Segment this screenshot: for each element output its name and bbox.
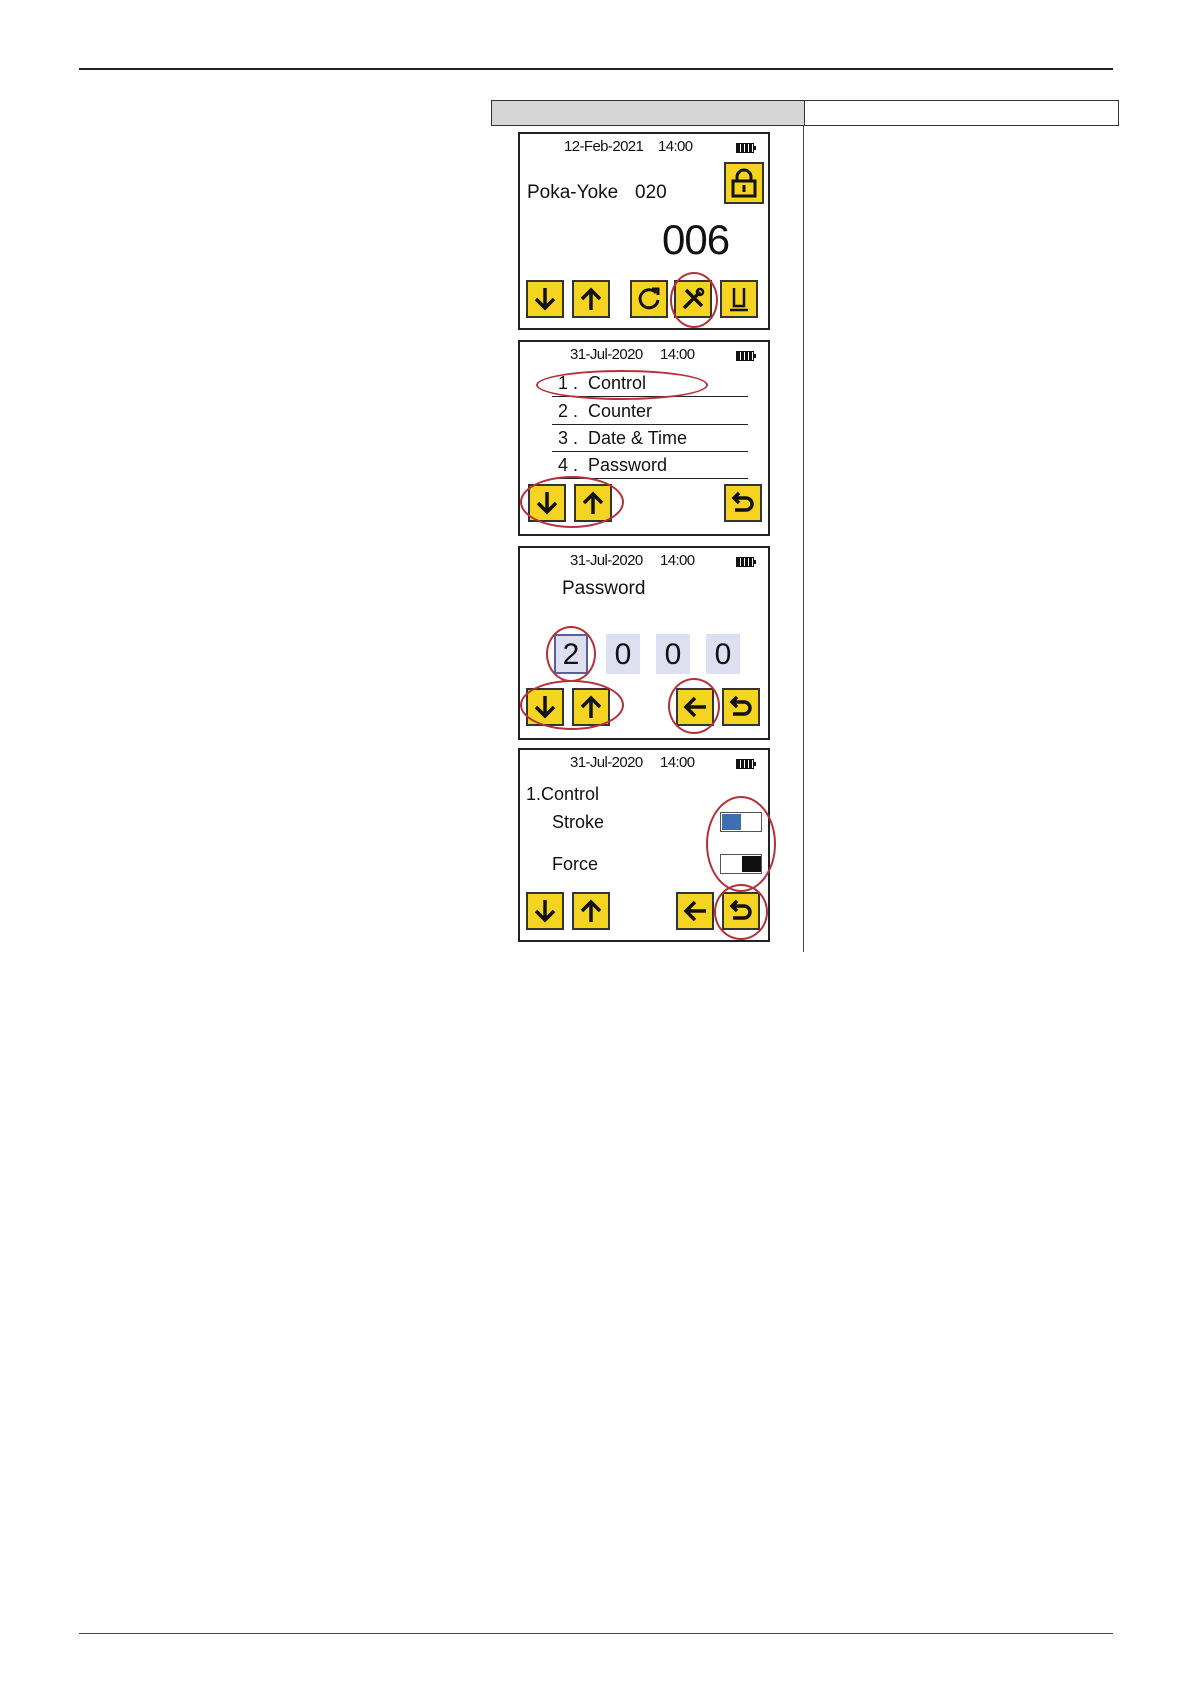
poka-yoke-code: 020	[635, 182, 667, 203]
menu-item-label: Date & Time	[588, 428, 688, 448]
status-time: 14:00	[660, 552, 695, 569]
back-button[interactable]	[724, 484, 762, 522]
battery-icon	[736, 143, 756, 153]
counter-value: 006	[662, 216, 730, 263]
left-arrow-icon	[683, 900, 706, 922]
menu-item-number: 2 .	[558, 401, 579, 421]
table-header	[491, 100, 1119, 126]
force-toggle[interactable]	[720, 854, 762, 874]
status-time: 14:00	[658, 138, 693, 155]
control-title: 1.Control	[526, 784, 600, 804]
menu-item-label: Password	[588, 455, 668, 475]
down-arrow-icon	[536, 492, 558, 515]
down-button[interactable]	[526, 688, 564, 726]
menu-item-date-time[interactable]: 3 . Date & Time	[552, 427, 748, 452]
menu-item-password[interactable]: 4 . Password	[552, 454, 748, 479]
reset-icon	[638, 287, 660, 310]
down-button[interactable]	[526, 892, 564, 930]
menu-item-label: Control	[588, 373, 647, 393]
up-arrow-icon	[580, 287, 602, 310]
force-label: Force	[552, 854, 599, 874]
poka-yoke-label: Poka-Yoke	[527, 182, 619, 203]
stroke-label: Stroke	[552, 812, 605, 832]
stand-icon	[730, 288, 748, 312]
battery-icon	[736, 557, 756, 567]
menu-item-number: 4 .	[558, 455, 579, 475]
return-icon	[729, 695, 752, 716]
battery-icon	[736, 759, 756, 769]
battery-icon	[736, 351, 756, 361]
down-arrow-icon	[534, 288, 556, 311]
screen-control: 31-Jul-2020 14:00 1.Control Stroke Force	[518, 748, 776, 942]
back-button[interactable]	[722, 892, 760, 930]
left-arrow-icon	[683, 696, 706, 718]
force-toggle-knob	[742, 856, 761, 872]
status-date: 31-Jul-2020	[570, 346, 643, 363]
menu-item-counter[interactable]: 2 . Counter	[552, 400, 748, 425]
column-divider	[803, 126, 804, 952]
up-arrow-icon	[582, 491, 604, 514]
status-date: 31-Jul-2020	[570, 552, 643, 569]
screen-home: 12-Feb-2021 14:00 Poka-Yoke 020 006	[518, 132, 770, 330]
menu-item-number: 3 .	[558, 428, 579, 448]
table-header-cell-left	[492, 101, 805, 125]
status-time: 14:00	[660, 754, 695, 771]
return-icon	[729, 899, 752, 920]
up-button[interactable]	[572, 280, 610, 318]
status-date: 12-Feb-2021	[564, 138, 644, 155]
menu-item-control[interactable]: 1 . Control	[552, 372, 748, 397]
up-button[interactable]	[572, 688, 610, 726]
down-button[interactable]	[526, 280, 564, 318]
stand-button[interactable]	[720, 280, 758, 318]
return-icon	[731, 491, 754, 512]
up-button[interactable]	[572, 892, 610, 930]
left-button[interactable]	[676, 892, 714, 930]
screen-menu: 31-Jul-2020 14:00 1 . Control 2 . Counter …	[518, 340, 770, 536]
status-date: 31-Jul-2020	[570, 754, 643, 771]
settings-button[interactable]	[674, 280, 712, 318]
up-arrow-icon	[580, 899, 602, 922]
up-arrow-icon	[580, 695, 602, 718]
lock-icon	[731, 168, 757, 198]
stroke-toggle-knob	[722, 814, 741, 830]
stroke-toggle[interactable]	[720, 812, 762, 832]
left-button[interactable]	[676, 688, 714, 726]
highlight-toggles	[706, 796, 776, 892]
password-digit[interactable]: 0	[656, 634, 690, 674]
password-digit[interactable]: 0	[606, 634, 640, 674]
reset-button[interactable]	[630, 280, 668, 318]
back-button[interactable]	[722, 688, 760, 726]
password-title: Password	[562, 578, 646, 599]
down-button[interactable]	[528, 484, 566, 522]
lock-button[interactable]	[724, 162, 764, 204]
up-button[interactable]	[574, 484, 612, 522]
password-digit[interactable]: 0	[706, 634, 740, 674]
status-time: 14:00	[660, 346, 695, 363]
down-arrow-icon	[534, 696, 556, 719]
down-arrow-icon	[534, 900, 556, 923]
header-rule	[79, 68, 1113, 70]
screen-password: 31-Jul-2020 14:00 Password 2 0 0 0	[518, 546, 770, 740]
menu-item-label: Counter	[588, 401, 653, 421]
tools-icon	[682, 287, 705, 310]
footer-rule	[79, 1633, 1113, 1634]
password-digit[interactable]: 2	[554, 634, 588, 674]
menu-item-number: 1 .	[558, 373, 579, 393]
